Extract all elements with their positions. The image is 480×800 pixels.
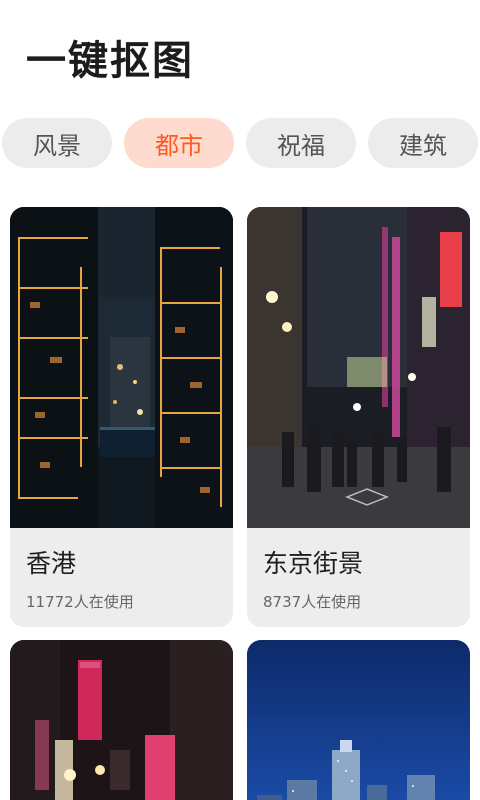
tab-architecture[interactable]: 建筑 <box>368 118 478 168</box>
page-title: 一键抠图 <box>26 38 194 84</box>
hongkong-night-image <box>10 207 233 528</box>
card-title: 东京街景 <box>263 549 364 578</box>
card-info: 香港 11772人在使用 <box>10 528 233 627</box>
city-skyline-image <box>247 640 470 800</box>
usage-count: 11772人在使用 <box>26 593 134 611</box>
card-info: 东京街景 8737人在使用 <box>247 528 470 627</box>
neon-street-image <box>10 640 233 800</box>
template-card-tokyo-street[interactable]: 东京街景 8737人在使用 <box>247 207 470 627</box>
usage-count: 8737人在使用 <box>263 593 362 611</box>
tab-city[interactable]: 都市 <box>124 118 234 168</box>
tokyo-street-image <box>247 207 470 528</box>
template-card-hongkong[interactable]: 香港 11772人在使用 <box>10 207 233 627</box>
tab-blessing[interactable]: 祝福 <box>246 118 356 168</box>
tab-landscape[interactable]: 风景 <box>2 118 112 168</box>
card-title: 香港 <box>26 549 77 578</box>
category-tabs: 风景 都市 祝福 建筑 <box>2 118 480 170</box>
template-card-neon-street[interactable] <box>10 640 233 800</box>
template-card-skyline[interactable] <box>247 640 470 800</box>
